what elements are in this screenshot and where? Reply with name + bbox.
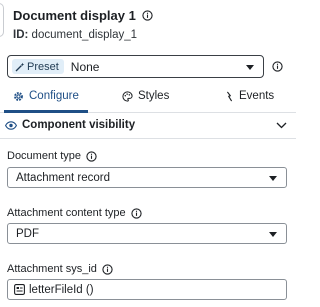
preset-select[interactable]: Preset None (7, 55, 264, 78)
panel-header: Document display 1 ID: document_display_… (0, 0, 296, 48)
attachment-sys-id-label-row: Attachment sys_id (7, 263, 113, 275)
info-icon[interactable] (86, 150, 97, 162)
section-component-visibility[interactable]: Component visibility (0, 113, 296, 139)
info-icon[interactable] (131, 207, 142, 219)
attachment-content-type-value: PDF (16, 227, 39, 240)
attachment-sys-id-input[interactable]: letterFileId () (7, 279, 287, 300)
config-panel: Document display 1 ID: document_display_… (0, 0, 296, 307)
attachment-content-type-select[interactable]: PDF (7, 223, 287, 244)
section-title: Component visibility (22, 119, 136, 131)
chevron-down-icon (246, 65, 254, 70)
tab-configure-label: Configure (29, 90, 79, 102)
document-type-value: Attachment record (16, 171, 110, 184)
chevron-down-icon (269, 232, 277, 237)
tab-events[interactable]: Events (225, 90, 274, 102)
info-icon[interactable] (102, 263, 113, 275)
gear-icon (14, 91, 23, 101)
tab-events-label: Events (239, 90, 275, 102)
component-title: Document display 1 (13, 8, 136, 23)
panel-collapse-handle[interactable] (0, 3, 4, 37)
magic-wand-icon (15, 62, 25, 71)
eye-icon (5, 121, 17, 130)
tab-configure[interactable]: Configure (13, 90, 79, 102)
palette-icon (122, 90, 133, 102)
info-icon[interactable] (142, 10, 153, 21)
document-type-label-row: Document type (7, 150, 97, 162)
data-binding-icon (14, 284, 25, 295)
id-label: ID: (13, 29, 29, 41)
preset-info-icon[interactable] (272, 61, 283, 72)
tab-bar: Configure Styles Events (0, 85, 296, 113)
document-type-label: Document type (7, 150, 81, 162)
component-id-row: ID: document_display_1 (13, 29, 137, 41)
preset-badge-label: Preset (27, 60, 59, 73)
preset-badge: Preset (12, 59, 64, 74)
attachment-sys-id-value: letterFileId () (29, 283, 94, 296)
attachment-sys-id-label: Attachment sys_id (7, 263, 97, 275)
attachment-content-type-label-row: Attachment content type (7, 207, 142, 219)
tab-styles-label: Styles (138, 90, 170, 102)
component-id-value: document_display_1 (31, 29, 138, 41)
chevron-down-icon[interactable] (276, 122, 287, 129)
title-row: Document display 1 (13, 8, 153, 23)
attachment-content-type-label: Attachment content type (7, 207, 126, 219)
lightning-icon (226, 91, 233, 101)
chevron-down-icon (269, 176, 277, 181)
document-type-select[interactable]: Attachment record (7, 167, 287, 188)
tab-styles[interactable]: Styles (122, 90, 169, 102)
preset-value: None (70, 59, 100, 74)
